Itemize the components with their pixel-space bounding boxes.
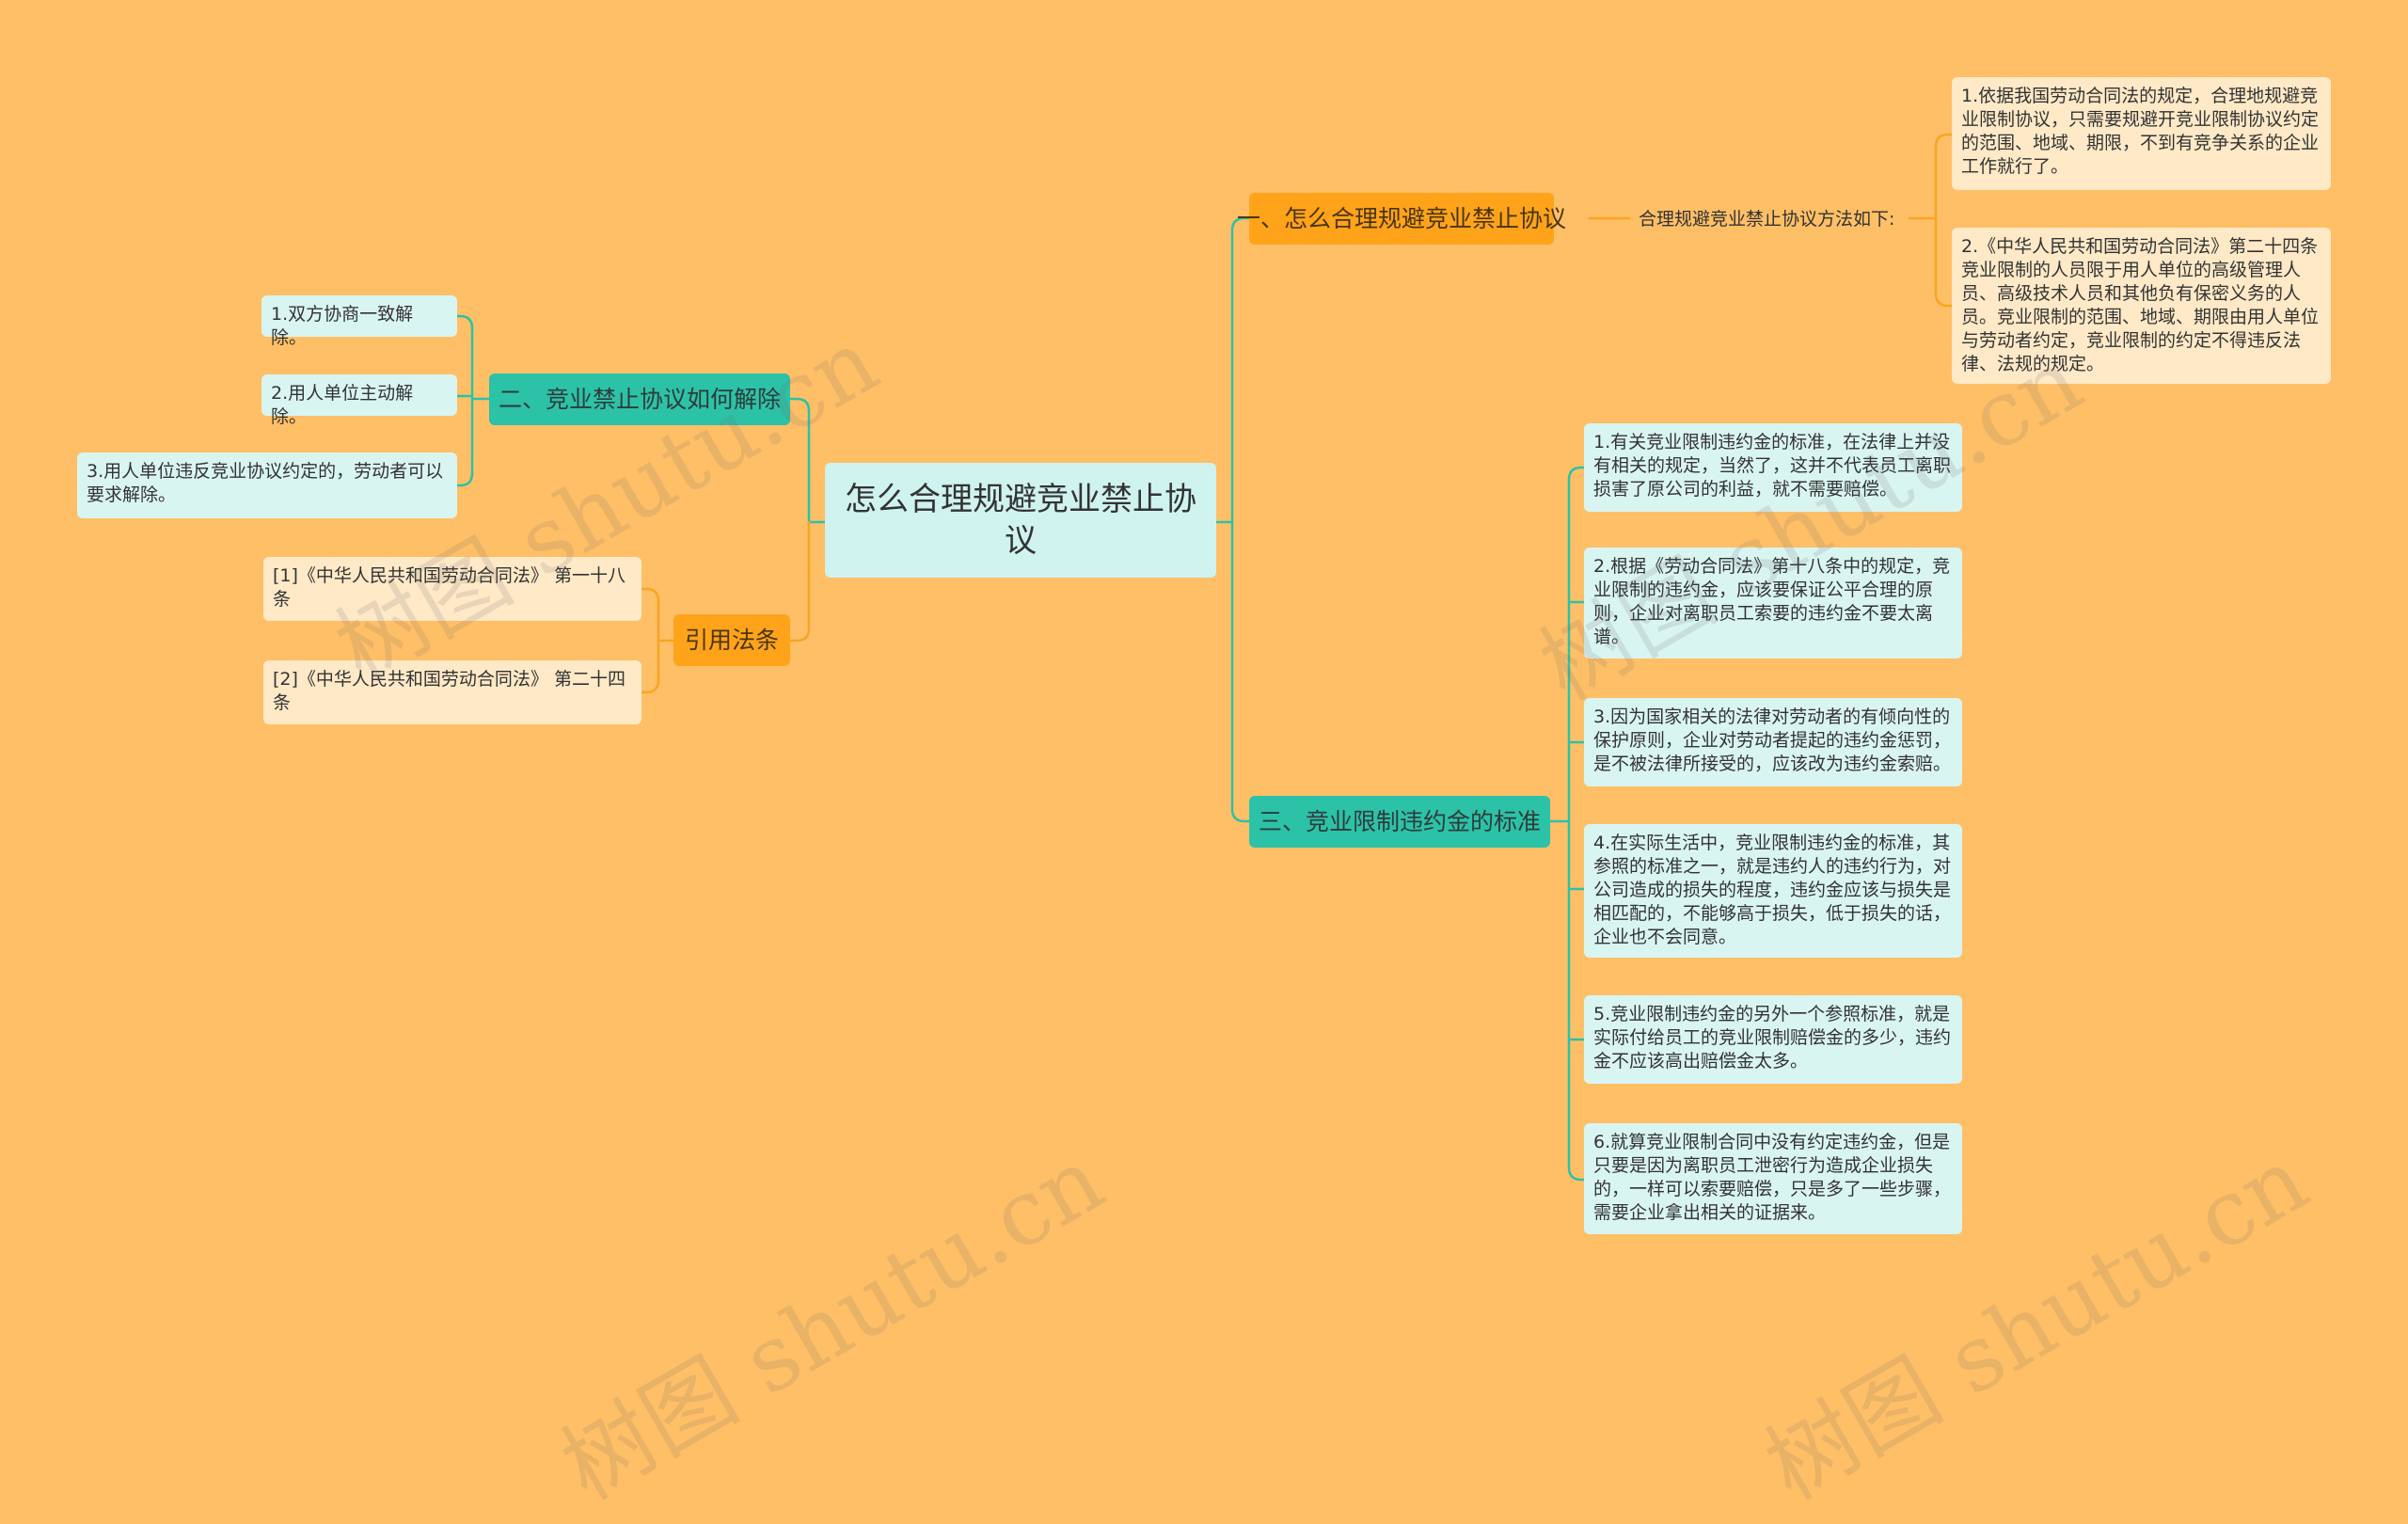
root-topic[interactable]: 怎么合理规避竞业禁止协议 bbox=[825, 463, 1216, 578]
branch-4-item-2-text: [2]《中华人民共和国劳动合同法》 第二十四条 bbox=[273, 669, 626, 713]
branch-1-summary[interactable]: 合理规避竞业禁止协议方法如下: bbox=[1629, 202, 1904, 236]
branch-4-topic[interactable]: 引用法条 bbox=[673, 614, 790, 666]
branch-3-item-3[interactable]: 3.因为国家相关的法律对劳动者的有倾向性的保护原则，企业对劳动者提起的违约金惩罚… bbox=[1584, 698, 1962, 786]
branch-2-label: 二、竞业禁止协议如何解除 bbox=[498, 385, 781, 413]
branch-4-label: 引用法条 bbox=[684, 626, 779, 654]
branch-2-item-3-text: 3.用人单位违反竞业协议约定的，劳动者可以要求解除。 bbox=[87, 461, 444, 505]
branch-3-item-2[interactable]: 2.根据《劳动合同法》第十八条中的规定，竞业限制的违约金，应该要保证公平合理的原… bbox=[1584, 548, 1962, 659]
branch-4-item-1[interactable]: [1]《中华人民共和国劳动合同法》 第一十八条 bbox=[263, 557, 642, 621]
branch-1-summary-text: 合理规避竞业禁止协议方法如下: bbox=[1639, 208, 1895, 230]
branch-2-item-3[interactable]: 3.用人单位违反竞业协议约定的，劳动者可以要求解除。 bbox=[77, 452, 457, 518]
branch-1-topic[interactable]: 一、怎么合理规避竞业禁止协议 bbox=[1237, 193, 1566, 245]
branch-3-item-1[interactable]: 1.有关竞业限制违约金的标准，在法律上并没有相关的规定，当然了，这并不代表员工离… bbox=[1584, 423, 1962, 512]
branch-3-label: 三、竞业限制违约金的标准 bbox=[1258, 807, 1541, 835]
branch-2-item-1[interactable]: 1.双方协商一致解除。 bbox=[261, 295, 457, 348]
link-root-b3 bbox=[1230, 520, 1251, 823]
link-root-left bbox=[788, 397, 827, 524]
branch-1-item-2-text: 2.《中华人民共和国劳动合同法》第二十四条 竞业限制的人员限于用人单位的高级管理… bbox=[1961, 236, 2320, 374]
branch-3-item-2-text: 2.根据《劳动合同法》第十八条中的规定，竞业限制的违约金，应该要保证公平合理的原… bbox=[1593, 556, 1951, 647]
mind-map-canvas: 怎么合理规避竞业禁止协议 一、怎么合理规避竞业禁止协议 合理规避竞业禁止协议方法… bbox=[0, 0, 2408, 1520]
root-topic-label: 怎么合理规避竞业禁止协议 bbox=[845, 481, 1196, 560]
branch-2-item-2[interactable]: 2.用人单位主动解除。 bbox=[261, 374, 457, 427]
link-root-b4 bbox=[788, 520, 811, 643]
link-b2-items bbox=[470, 326, 491, 475]
link-summary-item1 bbox=[1908, 133, 1954, 220]
branch-3-topic[interactable]: 三、竞业限制违约金的标准 bbox=[1249, 796, 1550, 848]
branch-4-item-2[interactable]: [2]《中华人民共和国劳动合同法》 第二十四条 bbox=[263, 660, 642, 724]
branch-1-item-1-text: 1.依据我国劳动合同法的规定，合理地规避竞业限制协议，只需要规避开竞业限制协议约… bbox=[1961, 86, 2320, 177]
branch-2-topic[interactable]: 二、竞业禁止协议如何解除 bbox=[489, 373, 790, 425]
link-summary-item2 bbox=[1934, 216, 1954, 308]
branch-3-item-3-text: 3.因为国家相关的法律对劳动者的有倾向性的保护原则，企业对劳动者提起的违约金惩罚… bbox=[1593, 706, 1952, 774]
branch-3-item-4-text: 4.在实际生活中，竞业限制违约金的标准，其参照的标准之一，就是违约人的违约行为，… bbox=[1593, 833, 1952, 947]
branch-3-item-5[interactable]: 5.竞业限制违约金的另外一个参照标准，就是实际付给员工的竞业限制赔偿金的多少，违… bbox=[1584, 995, 1962, 1084]
branch-1-item-2[interactable]: 2.《中华人民共和国劳动合同法》第二十四条 竞业限制的人员限于用人单位的高级管理… bbox=[1952, 228, 2331, 384]
branch-3-item-6-text: 6.就算竞业限制合同中没有约定违约金，但是只要是因为离职员工泄密行为造成企业损失… bbox=[1593, 1132, 1952, 1223]
branch-1-label: 一、怎么合理规避竞业禁止协议 bbox=[1237, 204, 1567, 232]
link-b3-items bbox=[1548, 478, 1571, 1169]
branch-4-item-1-text: [1]《中华人民共和国劳动合同法》 第一十八条 bbox=[273, 565, 626, 610]
link-b4-items bbox=[657, 599, 675, 682]
branch-3-item-1-text: 1.有关竞业限制违约金的标准，在法律上并没有相关的规定，当然了，这并不代表员工离… bbox=[1593, 432, 1952, 500]
connector-lines bbox=[455, 133, 1954, 1182]
branch-3-item-4[interactable]: 4.在实际生活中，竞业限制违约金的标准，其参照的标准之一，就是违约人的违约行为，… bbox=[1584, 824, 1962, 958]
branch-3-item-6[interactable]: 6.就算竞业限制合同中没有约定违约金，但是只要是因为离职员工泄密行为造成企业损失… bbox=[1584, 1123, 1962, 1234]
branch-1-item-1[interactable]: 1.依据我国劳动合同法的规定，合理地规避竞业限制协议，只需要规避开竞业限制协议约… bbox=[1952, 77, 2331, 190]
link-root-right bbox=[1214, 216, 1251, 524]
branch-3-item-5-text: 5.竞业限制违约金的另外一个参照标准，就是实际付给员工的竞业限制赔偿金的多少，违… bbox=[1593, 1004, 1952, 1072]
